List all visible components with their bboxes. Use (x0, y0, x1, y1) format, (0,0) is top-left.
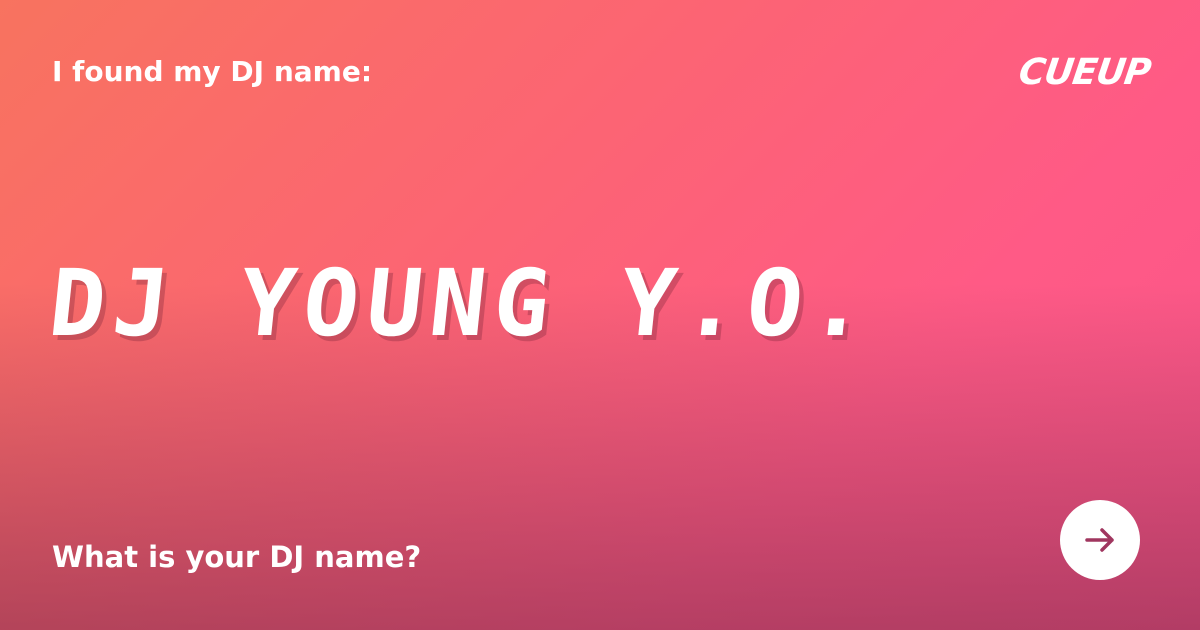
next-button[interactable] (1060, 500, 1140, 580)
question-text: What is your DJ name? (52, 540, 422, 574)
intro-text: I found my DJ name: (52, 55, 373, 88)
dj-name-display: DJ YOUNG Y.O. (44, 250, 880, 357)
share-card: I found my DJ name: CUEUP DJ YOUNG Y.O. … (0, 0, 1200, 630)
arrow-right-icon (1085, 528, 1114, 552)
cueup-logo: CUEUP (1016, 52, 1153, 93)
